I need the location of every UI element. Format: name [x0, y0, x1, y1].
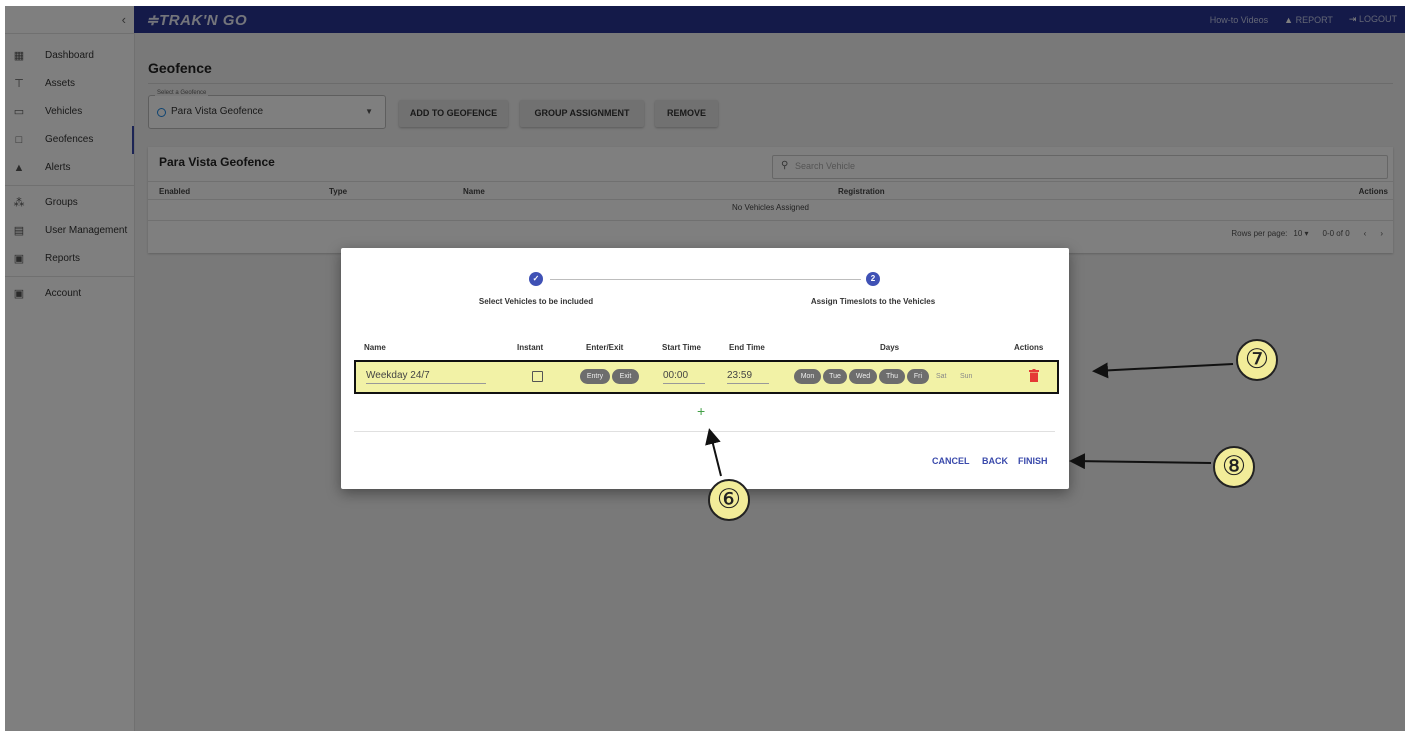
arrow-8	[1069, 453, 1212, 470]
callout-8: ⑧	[1213, 446, 1255, 488]
callout-6: ⑥	[708, 479, 750, 521]
arrow-6	[705, 428, 722, 477]
arrow-7	[1092, 362, 1234, 379]
annotation-arrows	[705, 362, 1234, 477]
callout-7: ⑦	[1236, 339, 1278, 381]
